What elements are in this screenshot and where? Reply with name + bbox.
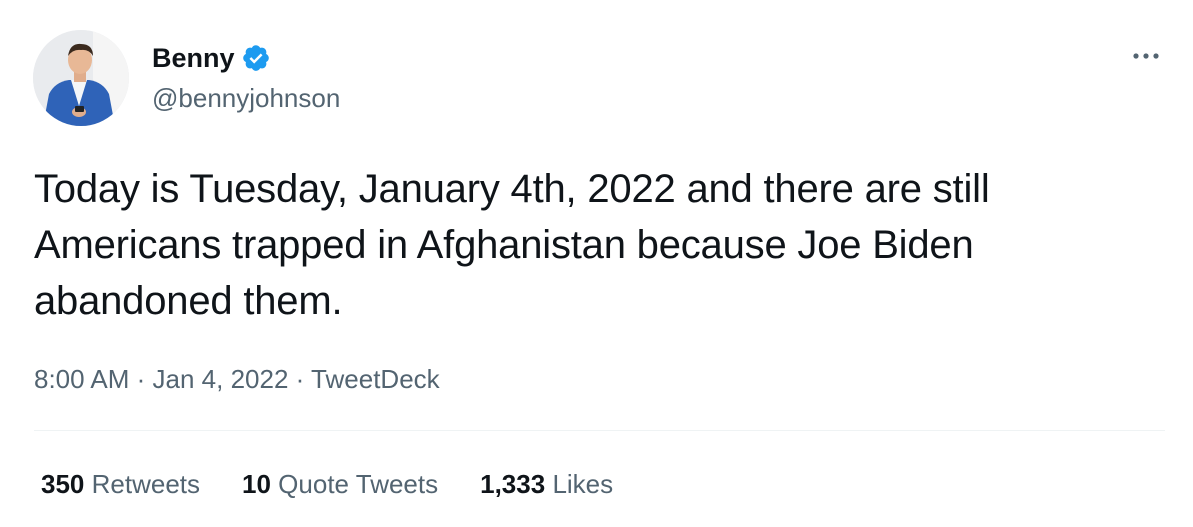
tweet-source-link[interactable]: TweetDeck <box>311 364 440 394</box>
more-options-icon[interactable] <box>1128 44 1164 68</box>
tweet-text: Today is Tuesday, January 4th, 2022 and … <box>34 167 990 323</box>
quote-tweets-count: 10 <box>242 469 271 499</box>
retweets-stat[interactable]: 350 Retweets <box>41 467 200 501</box>
likes-count: 1,333 <box>480 469 546 499</box>
tweet-meta: 8:00 AM · Jan 4, 2022 · TweetDeck <box>34 362 440 396</box>
quote-tweets-label: Quote Tweets <box>278 469 439 499</box>
stats-divider <box>34 430 1165 431</box>
author-name-row: Benny <box>152 40 271 76</box>
retweets-label: Retweets <box>91 469 201 499</box>
tweet-time-link[interactable]: 8:00 AM <box>34 364 129 394</box>
engagement-stats: 350 Retweets 10 Quote Tweets 1,333 Likes <box>41 467 655 501</box>
meta-separator: · <box>129 364 153 394</box>
likes-stat[interactable]: 1,333 Likes <box>480 467 613 501</box>
retweets-count: 350 <box>41 469 85 499</box>
likes-label: Likes <box>552 469 614 499</box>
verified-badge-icon <box>241 43 271 73</box>
author-avatar[interactable] <box>33 30 129 126</box>
author-display-name[interactable]: Benny <box>152 40 235 76</box>
author-handle[interactable]: @bennyjohnson <box>152 82 340 114</box>
quote-tweets-stat[interactable]: 10 Quote Tweets <box>242 467 438 501</box>
tweet-date-link[interactable]: Jan 4, 2022 <box>153 364 289 394</box>
tweet-card: Benny @bennyjohnson Today is Tuesday, Ja… <box>0 0 1193 527</box>
avatar-image <box>33 30 129 126</box>
meta-separator: · <box>288 364 312 394</box>
